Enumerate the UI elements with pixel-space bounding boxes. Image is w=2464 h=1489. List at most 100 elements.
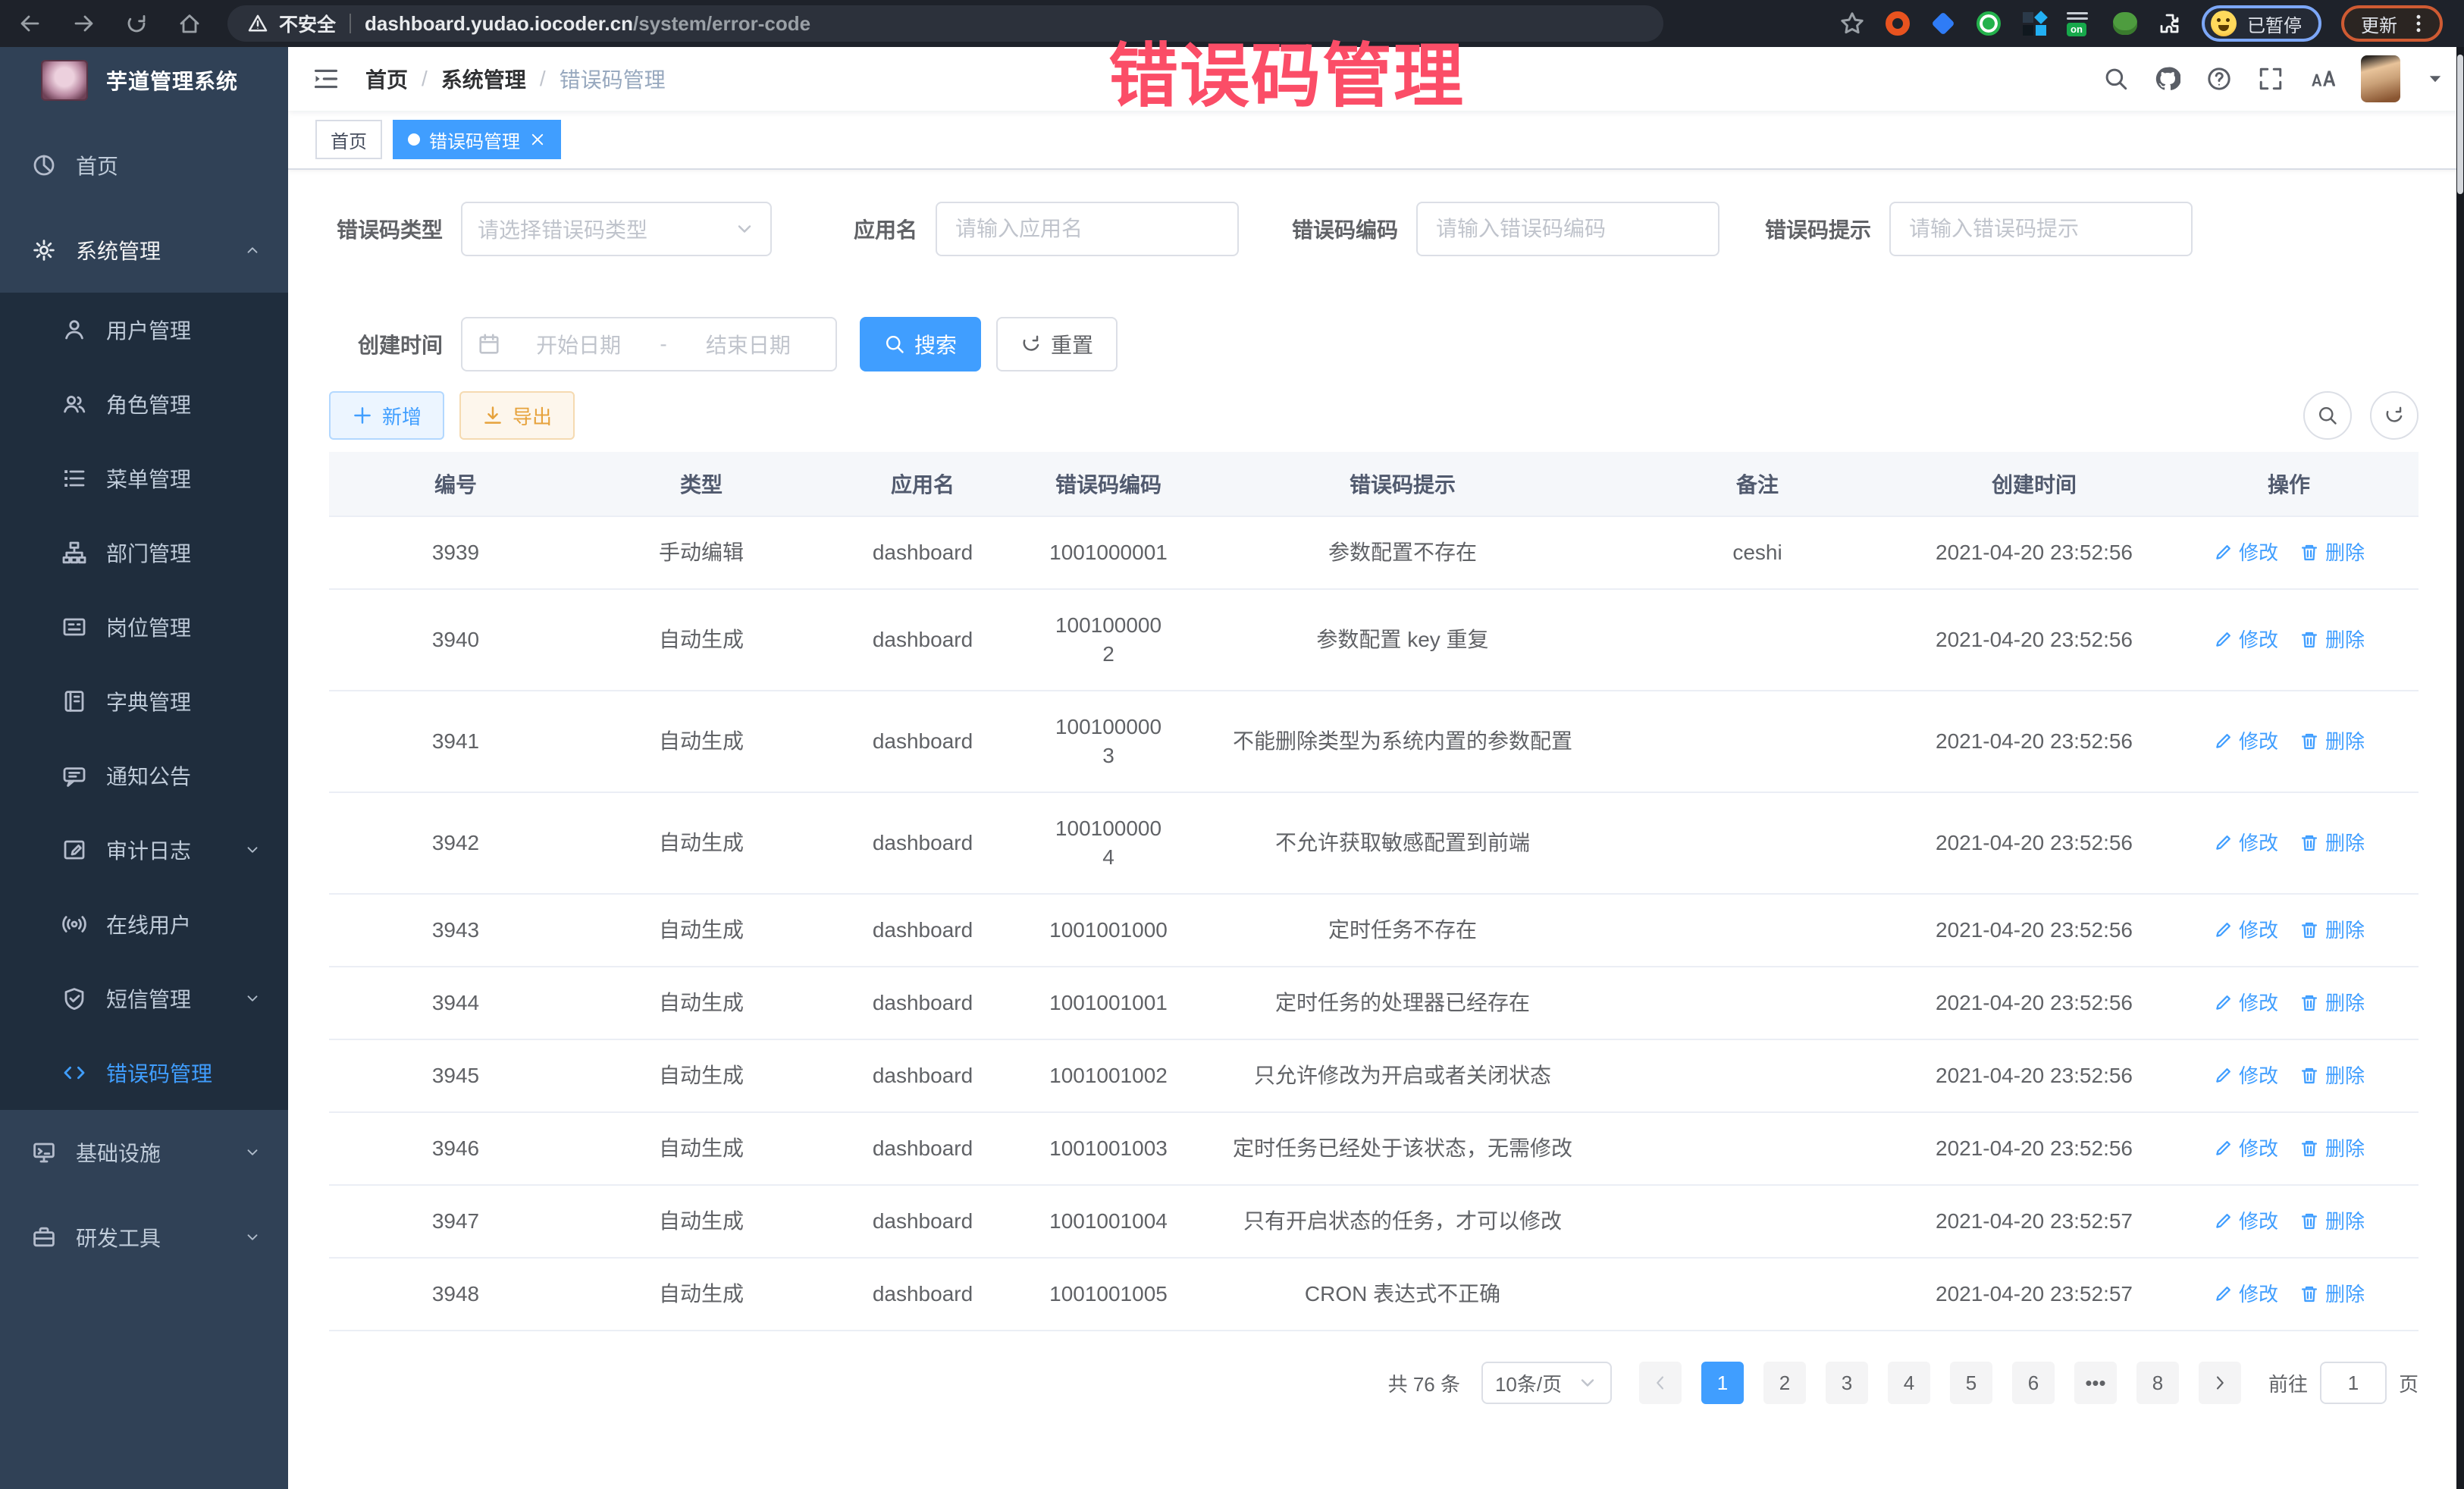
delete-link[interactable]: 删除 [2299, 538, 2365, 567]
sidebar-item-dict[interactable]: 字典管理 [0, 664, 288, 738]
tag-close-icon[interactable] [529, 131, 546, 148]
paused-extension-badge[interactable]: 已暂停 [2202, 5, 2321, 42]
sidebar-item-dept[interactable]: 部门管理 [0, 516, 288, 590]
pagination: 共 76 条 10条/页 123456•••8 前往 页 [329, 1362, 2419, 1404]
edit-link[interactable]: 修改 [2213, 1207, 2278, 1236]
github-icon[interactable] [2155, 66, 2180, 92]
delete-link[interactable]: 删除 [2299, 1134, 2365, 1163]
extension-gem-icon[interactable] [1930, 11, 1956, 36]
toggle-search-button[interactable] [2303, 391, 2352, 440]
delete-link[interactable]: 删除 [2299, 1280, 2365, 1309]
sidebar-item-post[interactable]: 岗位管理 [0, 590, 288, 664]
delete-icon [2299, 1139, 2319, 1158]
delete-link[interactable]: 删除 [2299, 829, 2365, 857]
browser-back-icon[interactable] [18, 11, 42, 36]
breadcrumb-item-home[interactable]: 首页 [365, 64, 408, 94]
sidebar-item-user[interactable]: 用户管理 [0, 293, 288, 367]
sidebar-item-menu[interactable]: 菜单管理 [0, 441, 288, 516]
delete-link[interactable]: 删除 [2299, 989, 2365, 1017]
font-size-icon[interactable] [2309, 66, 2335, 92]
sidebar-item-auditlog[interactable]: 审计日志 [0, 813, 288, 887]
add-button[interactable]: 新增 [329, 391, 444, 440]
pager-page-button[interactable]: 1 [1701, 1362, 1744, 1404]
cell-ops: 修改删除 [2167, 1186, 2411, 1257]
error-type-select[interactable]: 请选择错误码类型 [461, 202, 772, 256]
col-header-time: 创建时间 [1901, 452, 2167, 516]
page-size-select[interactable]: 10条/页 [1481, 1362, 1612, 1404]
cell-hint: 定时任务的处理器已经存在 [1192, 967, 1613, 1039]
app-name-input[interactable] [936, 202, 1239, 256]
users-icon [62, 392, 86, 416]
avatar-caret-down-icon[interactable] [2426, 70, 2444, 88]
delete-link[interactable]: 删除 [2299, 1207, 2365, 1236]
export-button[interactable]: 导出 [459, 391, 575, 440]
edit-link[interactable]: 修改 [2213, 1134, 2278, 1163]
sidebar-item-errorcode[interactable]: 错误码管理 [0, 1036, 288, 1110]
extensions-puzzle-icon[interactable] [2158, 11, 2182, 36]
edit-link[interactable]: 修改 [2213, 916, 2278, 945]
edit-link[interactable]: 修改 [2213, 538, 2278, 567]
fullscreen-icon[interactable] [2258, 66, 2284, 92]
sidebar-item-system[interactable]: 系统管理 [0, 208, 288, 293]
pager-page-button[interactable]: 2 [1763, 1362, 1806, 1404]
cell-type: 自动生成 [582, 1259, 820, 1330]
extension-frog-icon[interactable] [2112, 11, 2138, 36]
delete-link[interactable]: 删除 [2299, 1061, 2365, 1090]
sidebar-item-notice[interactable]: 通知公告 [0, 738, 288, 813]
browser-forward-icon[interactable] [71, 11, 96, 36]
extension-tasklist-icon[interactable]: on [2067, 11, 2093, 36]
delete-link[interactable]: 删除 [2299, 916, 2365, 945]
error-code-input[interactable] [1416, 202, 1719, 256]
search-button[interactable]: 搜索 [860, 317, 981, 371]
breadcrumb-item-system[interactable]: 系统管理 [441, 64, 526, 94]
pager-page-button[interactable]: 8 [2136, 1362, 2179, 1404]
sidebar-collapse-icon[interactable] [312, 65, 340, 92]
cell-type: 自动生成 [582, 1186, 820, 1257]
refresh-table-button[interactable] [2370, 391, 2419, 440]
chevron-down-icon [244, 1144, 261, 1161]
extension-donut-icon[interactable] [1885, 11, 1911, 36]
edit-link[interactable]: 修改 [2213, 1280, 2278, 1309]
help-icon[interactable] [2206, 66, 2232, 92]
sidebar-item-sms[interactable]: 短信管理 [0, 961, 288, 1036]
scrollbar-thumb[interactable] [2457, 55, 2463, 194]
pager-next-button[interactable] [2199, 1362, 2241, 1404]
plus-icon [352, 405, 373, 426]
date-range-picker[interactable]: 开始日期 - 结束日期 [461, 317, 837, 371]
pager-more-button[interactable]: ••• [2074, 1362, 2117, 1404]
pager-page-button[interactable]: 6 [2012, 1362, 2055, 1404]
sidebar-item-devtools[interactable]: 研发工具 [0, 1195, 288, 1280]
browser-menu-icon[interactable] [2408, 13, 2429, 34]
sidebar-item-infra[interactable]: 基础设施 [0, 1110, 288, 1195]
error-hint-input[interactable] [1889, 202, 2193, 256]
browser-reload-icon[interactable] [124, 11, 149, 36]
edit-link[interactable]: 修改 [2213, 625, 2278, 654]
delete-link[interactable]: 删除 [2299, 625, 2365, 654]
pager-page-button[interactable]: 3 [1826, 1362, 1868, 1404]
pager-page-button[interactable]: 5 [1950, 1362, 1992, 1404]
pager-prev-button[interactable] [1639, 1362, 1682, 1404]
cell-time: 2021-04-20 23:52:56 [1901, 604, 2167, 676]
bookmark-star-icon[interactable] [1839, 11, 1865, 36]
edit-link[interactable]: 修改 [2213, 989, 2278, 1017]
sidebar-item-online[interactable]: 在线用户 [0, 887, 288, 961]
pager-page-button[interactable]: 4 [1888, 1362, 1930, 1404]
sidebar-item-role[interactable]: 角色管理 [0, 367, 288, 441]
user-avatar[interactable] [2361, 55, 2400, 102]
tag-error-code[interactable]: 错误码管理 [393, 120, 561, 159]
extension-squares-icon[interactable] [2021, 11, 2047, 36]
reset-button[interactable]: 重置 [996, 317, 1118, 371]
sidebar-item-home[interactable]: 首页 [0, 123, 288, 208]
edit-link[interactable]: 修改 [2213, 1061, 2278, 1090]
cell-time: 2021-04-20 23:52:56 [1901, 1113, 2167, 1184]
edit-link[interactable]: 修改 [2213, 829, 2278, 857]
cell-app: dashboard [820, 1186, 1025, 1257]
goto-page-input[interactable] [2320, 1362, 2387, 1404]
browser-home-icon[interactable] [177, 11, 202, 36]
delete-link[interactable]: 删除 [2299, 727, 2365, 756]
header-search-icon[interactable] [2103, 66, 2129, 92]
browser-update-button[interactable]: 更新 [2341, 5, 2443, 42]
extension-green-icon[interactable] [1976, 11, 2002, 36]
edit-link[interactable]: 修改 [2213, 727, 2278, 756]
tag-home[interactable]: 首页 [315, 120, 382, 159]
